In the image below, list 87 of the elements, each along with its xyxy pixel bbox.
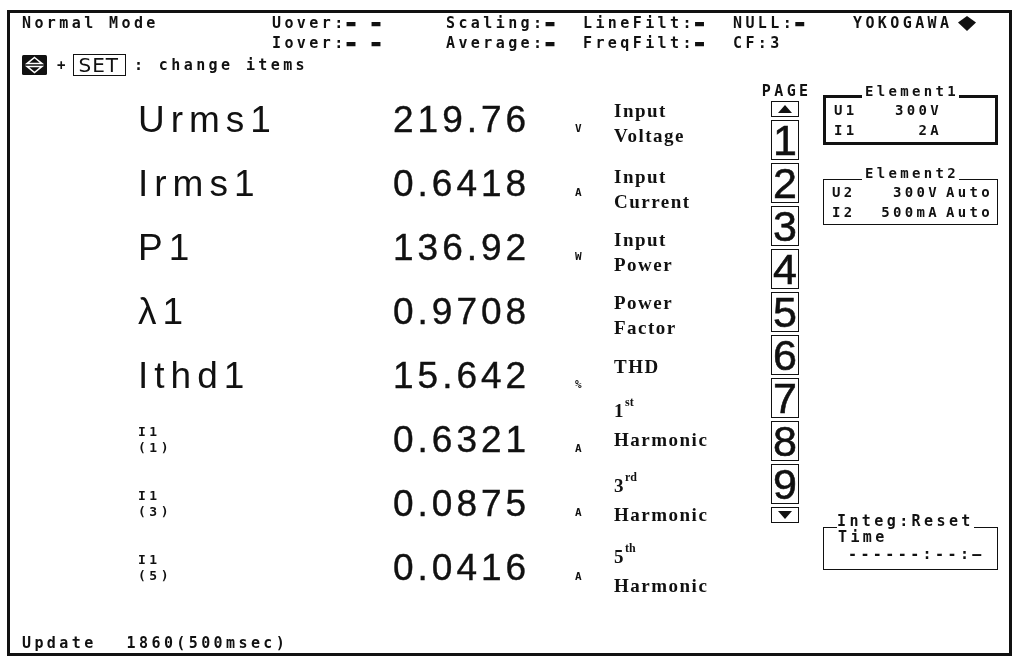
- status-indicator: ▬: [795, 14, 808, 32]
- measurement-description: 1$^{st}$ Harmonic: [614, 396, 709, 452]
- range-value: 300V: [893, 183, 940, 202]
- page-button[interactable]: 8: [771, 421, 799, 461]
- unit-label: A: [575, 507, 582, 519]
- update-label: Update: [22, 634, 97, 652]
- plus-sign: +: [57, 56, 66, 75]
- status-indicator: ▬: [545, 14, 558, 32]
- update-count: 1860(500msec): [126, 634, 289, 652]
- status-indicator: ▬: [694, 34, 708, 52]
- status-indicator: ▬ ▬: [346, 34, 384, 52]
- measurement-description: Input Voltage: [614, 99, 685, 148]
- measurement-label: Urms1: [138, 99, 277, 140]
- unit-label: A: [575, 443, 582, 455]
- page-button[interactable]: 5: [771, 292, 799, 332]
- page-button[interactable]: 2: [771, 163, 799, 203]
- harmonic-label: I1: [138, 424, 161, 440]
- status-indicator: 3: [770, 34, 783, 52]
- measurement-value: 136.92: [393, 227, 531, 268]
- page-up-button[interactable]: [771, 101, 799, 117]
- up-triangle-icon: [778, 105, 792, 113]
- status-label: NULL:: [733, 14, 796, 32]
- status-indicator: ▬: [694, 14, 708, 32]
- mode-label: Normal Mode: [22, 13, 160, 33]
- time-value: ------:--:—: [848, 546, 985, 563]
- range-value: 2A: [918, 121, 942, 140]
- panel-title: Element1: [864, 85, 959, 98]
- up-down-arrows-icon: [22, 55, 47, 75]
- page-button[interactable]: 7: [771, 378, 799, 418]
- page-button[interactable]: 9: [771, 464, 799, 504]
- page-button[interactable]: 1: [771, 120, 799, 160]
- measurement-label: λ1: [138, 291, 190, 332]
- page-heading: PAGE: [760, 85, 812, 98]
- status-label: Uover:: [272, 14, 347, 32]
- range-mode: Auto: [946, 203, 994, 222]
- channel-name: I1: [834, 121, 859, 140]
- measurement-value: 15.642: [393, 355, 531, 396]
- measurement-label: Irms1: [138, 163, 261, 204]
- channel-name: U2: [832, 183, 857, 202]
- time-label: Time: [838, 529, 888, 546]
- page-down-button[interactable]: [771, 507, 799, 523]
- channel-name: I2: [832, 203, 857, 222]
- measurement-description: Input Power: [614, 228, 674, 277]
- measurement-value: 0.0416: [393, 547, 531, 588]
- measurement-description: Power Factor: [614, 291, 677, 340]
- status-label: CF:: [733, 34, 771, 52]
- channel-name: U1: [834, 101, 859, 120]
- page-button[interactable]: 4: [771, 249, 799, 289]
- measurement-description: Input Current: [614, 165, 691, 214]
- panel-title: Element2: [864, 167, 959, 180]
- status-label: LineFilt:: [583, 14, 695, 32]
- unit-label: A: [575, 571, 582, 583]
- measurement-value: 0.9708: [393, 291, 531, 332]
- page-button[interactable]: 6: [771, 335, 799, 375]
- measurement-label: Ithd1: [138, 355, 251, 396]
- measurement-description: 5$^{th}$ Harmonic: [614, 542, 709, 598]
- brand-name: YOKOGAWA: [853, 13, 953, 33]
- measurement-value: 219.76: [393, 99, 531, 140]
- measurement-label: P1: [138, 227, 196, 268]
- range-value: 300V: [895, 101, 942, 120]
- measurement-description: 3$^{rd}$ Harmonic: [614, 471, 709, 527]
- hint-text: : change items: [134, 55, 309, 75]
- status-label: Average:: [446, 34, 546, 52]
- measurement-value: 0.0875: [393, 483, 531, 524]
- harmonic-label: I1: [138, 552, 161, 568]
- measurement-value: 0.6321: [393, 419, 531, 460]
- unit-label: V: [575, 123, 582, 135]
- harmonic-label: I1: [138, 488, 161, 504]
- unit-label: %: [575, 379, 582, 391]
- down-triangle-icon: [778, 511, 792, 519]
- page-button[interactable]: 3: [771, 206, 799, 246]
- status-label: Scaling:: [446, 14, 546, 32]
- range-mode: Auto: [946, 183, 994, 202]
- diamond-icon: [958, 15, 977, 31]
- status-indicator: ▬ ▬: [346, 14, 384, 32]
- measurement-description: THD: [614, 355, 660, 379]
- unit-label: W: [575, 251, 582, 263]
- harmonic-order: (3): [138, 504, 172, 520]
- status-label: Iover:: [272, 34, 347, 52]
- measurement-value: 0.6418: [393, 163, 531, 204]
- status-label: FreqFilt:: [583, 34, 695, 52]
- harmonic-order: (1): [138, 440, 172, 456]
- status-indicator: ▬: [545, 34, 558, 52]
- range-value: 500mA: [881, 203, 940, 222]
- unit-label: A: [575, 187, 582, 199]
- set-key: SET: [73, 54, 126, 76]
- harmonic-order: (5): [138, 568, 172, 584]
